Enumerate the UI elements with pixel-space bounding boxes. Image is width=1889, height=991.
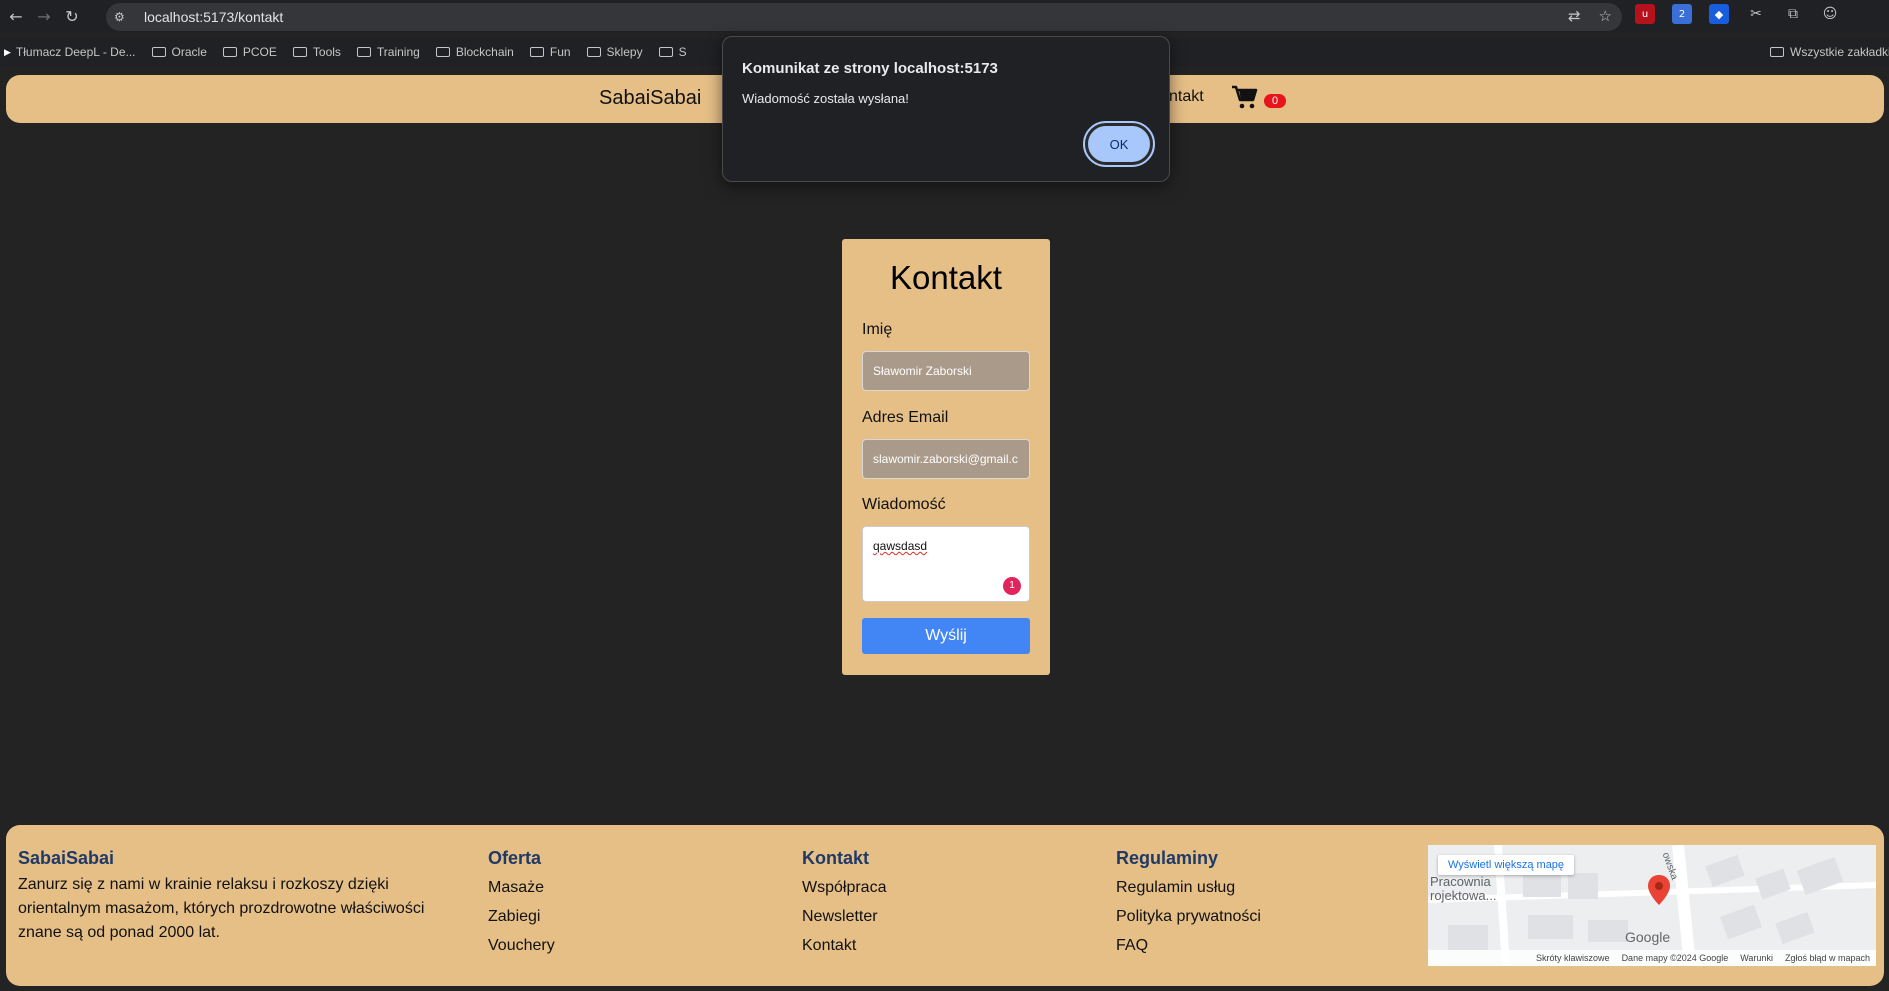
url-text: localhost:5173/kontakt [144, 9, 284, 25]
message-text: qawsdasd [873, 539, 928, 553]
folder-icon [658, 47, 673, 57]
site-info-icon[interactable]: ⚙ [114, 10, 134, 24]
email-label: Adres Email [862, 409, 949, 426]
bookmark-deepl[interactable]: ▶ Tłumacz DeepL - De... [4, 45, 136, 59]
grammarly-icon[interactable]: 1 [1003, 577, 1021, 595]
footer-offer: Oferta Masaże Zabiegi Vouchery [488, 848, 555, 960]
folder-icon [529, 47, 544, 57]
brand-logo[interactable]: SabaiSabai [599, 87, 701, 110]
send-button[interactable]: Wyślij [862, 618, 1030, 654]
footer-about-text: Zanurz się z nami w krainie relaksu i ro… [18, 876, 425, 941]
folder-icon [151, 47, 166, 57]
cart-icon[interactable] [1231, 84, 1259, 110]
folder-icon [435, 47, 450, 57]
footer-link-contact[interactable]: Kontakt [802, 931, 886, 960]
footer-offer-title: Oferta [488, 848, 542, 868]
contact-form-title: Kontakt [890, 259, 1002, 296]
ublock-extension-icon[interactable]: u [1635, 4, 1655, 24]
footer-link-treatments[interactable]: Zabiegi [488, 902, 555, 931]
profile-avatar-icon[interactable]: ☺ [1820, 4, 1840, 24]
bookmark-folder[interactable]: Oracle [151, 45, 207, 59]
map-keyboard-shortcuts[interactable]: Skróty klawiszowe [1536, 953, 1610, 963]
footer-contact-title: Kontakt [802, 848, 869, 868]
folder-icon [356, 47, 371, 57]
footer-rules-title: Regulaminy [1116, 848, 1219, 868]
dialog-message: Wiadomość została wysłana! [742, 91, 909, 106]
bookmark-folder[interactable]: PCOE [222, 45, 277, 59]
footer-link-faq[interactable]: FAQ [1116, 931, 1261, 960]
message-textarea[interactable]: qawsdasd 1 [862, 526, 1030, 602]
name-input[interactable]: Sławomir Zaborski [862, 351, 1030, 391]
footer-link-terms[interactable]: Regulamin usług [1116, 873, 1261, 902]
footer-about-title: SabaiSabai [18, 848, 115, 868]
bookmark-folder[interactable]: Sklepy [586, 45, 643, 59]
extensions-bar: u 2 ◆ ✂ ⧉ ☺ [1635, 4, 1840, 24]
bookmark-folder[interactable]: S [658, 45, 687, 59]
map-data-credit: Dane mapy ©2024 Google [1621, 953, 1729, 963]
contact-form-card: Kontakt Imię Sławomir Zaborski Adres Ema… [842, 239, 1050, 675]
dialog-ok-button[interactable]: OK [1083, 121, 1155, 167]
extension-icon[interactable]: ✂ [1746, 4, 1766, 24]
page-bottom [0, 986, 1889, 991]
footer-link-cooperation[interactable]: Współpraca [802, 873, 886, 902]
bookmark-folder[interactable]: Blockchain [435, 45, 514, 59]
map-attribution: Skróty klawiszowe Dane mapy ©2024 Google… [1428, 950, 1876, 966]
browser-toolbar: ← → ↻ ⚙ localhost:5173/kontakt ⇄ ☆ u 2 ◆… [0, 0, 1889, 32]
bookmark-star-icon[interactable]: ☆ [1599, 7, 1612, 25]
folder-icon [586, 47, 601, 57]
name-label: Imię [862, 321, 893, 338]
message-label: Wiadomość [862, 496, 946, 513]
footer-link-vouchers[interactable]: Vouchery [488, 931, 555, 960]
footer-about: SabaiSabai Zanurz się z nami w krainie r… [18, 848, 448, 945]
bitwarden-extension-icon[interactable]: ◆ [1709, 4, 1729, 24]
reload-icon[interactable]: ↻ [58, 2, 86, 30]
address-bar[interactable]: ⚙ localhost:5173/kontakt ⇄ ☆ [106, 3, 1622, 31]
extensions-puzzle-icon[interactable]: ⧉ [1783, 4, 1803, 24]
bookmark-folder[interactable]: Tools [292, 45, 341, 59]
dialog-title: Komunikat ze strony localhost:5173 [742, 60, 998, 77]
google-logo: Google [1625, 929, 1671, 945]
google-map[interactable]: Wyświetl większą mapę Pracownia rojektow… [1428, 845, 1876, 966]
site-footer: SabaiSabai Zanurz się z nami w krainie r… [6, 825, 1884, 986]
footer-contact: Kontakt Współpraca Newsletter Kontakt [802, 848, 886, 960]
folder-icon [222, 47, 237, 57]
folder-icon [292, 47, 307, 57]
footer-link-newsletter[interactable]: Newsletter [802, 902, 886, 931]
footer-rules: Regulaminy Regulamin usług Polityka pryw… [1116, 848, 1261, 960]
extension-icon[interactable]: 2 [1672, 4, 1692, 24]
deepl-icon: ▶ [4, 46, 11, 57]
map-place-label: Pracownia rojektowa... [1430, 874, 1497, 903]
bookmark-folder[interactable]: Fun [529, 45, 571, 59]
bookmark-folder[interactable]: Training [356, 45, 420, 59]
footer-link-massages[interactable]: Masaże [488, 873, 555, 902]
cart-count-badge: 0 [1264, 94, 1286, 108]
all-bookmarks[interactable]: Wszystkie zakładki [1770, 38, 1889, 66]
map-terms-link[interactable]: Warunki [1740, 953, 1773, 963]
view-larger-map-link[interactable]: Wyświetl większą mapę [1438, 855, 1575, 875]
alert-dialog: Komunikat ze strony localhost:5173 Wiado… [722, 36, 1170, 182]
forward-icon[interactable]: → [30, 2, 58, 30]
footer-link-privacy[interactable]: Polityka prywatności [1116, 902, 1261, 931]
map-pin-icon [1648, 875, 1670, 905]
email-input[interactable]: slawomir.zaborski@gmail.c [862, 439, 1030, 479]
folder-icon [1770, 47, 1784, 57]
map-report-error-link[interactable]: Zgłoś błąd w mapach [1785, 953, 1870, 963]
back-icon[interactable]: ← [2, 2, 30, 30]
translate-icon[interactable]: ⇄ [1568, 7, 1581, 25]
nav-link-contact[interactable]: ntakt [1169, 88, 1204, 106]
